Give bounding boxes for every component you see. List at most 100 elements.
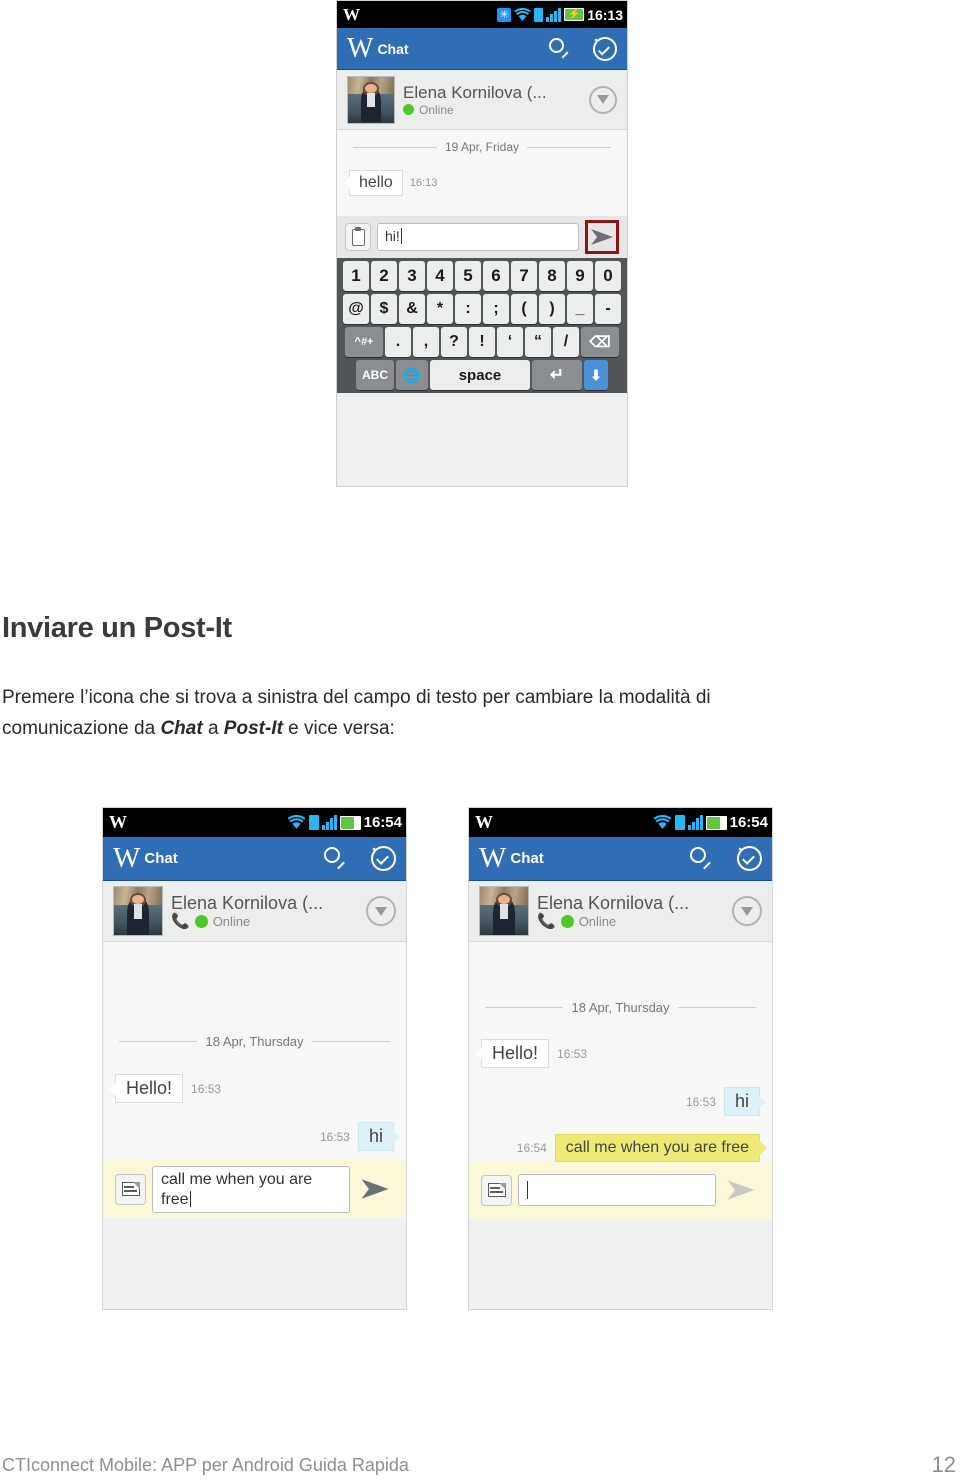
contact-header[interactable]: Elena Kornilova (... Online: [337, 70, 627, 130]
battery-icon: [339, 815, 361, 830]
search-icon[interactable]: [690, 847, 713, 870]
call-icon[interactable]: 📞: [171, 914, 190, 929]
term-postit: Post-It: [223, 718, 283, 739]
key-at[interactable]: @: [343, 294, 369, 324]
message-input[interactable]: hi!: [377, 223, 579, 251]
clipboard-note-icon[interactable]: [345, 223, 371, 251]
check-circle-icon[interactable]: [371, 846, 396, 871]
key-7[interactable]: 7: [511, 261, 537, 291]
contact-header[interactable]: Elena Kornilova (... 📞 Online: [103, 881, 406, 942]
key-colon[interactable]: :: [455, 294, 481, 324]
status-time: 16:13: [587, 6, 623, 23]
send-arrow-icon: [591, 229, 613, 245]
chat-body: 19 Apr, Friday hello 16:13: [337, 130, 627, 216]
key-9[interactable]: 9: [567, 261, 593, 291]
key-ampersand[interactable]: &: [399, 294, 425, 324]
key-exclamation[interactable]: !: [469, 327, 495, 357]
app-bar-title: Chat: [377, 40, 409, 57]
online-status-dot: [194, 915, 208, 928]
body-paragraph-line-2: comunicazione da Chat a Post-It e vice v…: [2, 718, 395, 740]
key-paren-close[interactable]: ): [539, 294, 565, 324]
send-arrow-icon: [727, 1180, 755, 1200]
paragraph-text-b: a: [202, 718, 224, 739]
screenshot-right-phone: W 16:54 W Chat Elena Kornilova (... 📞 On…: [468, 807, 773, 1310]
status-bar: W 16:54: [103, 808, 406, 837]
vibrate-icon: [534, 7, 544, 22]
key-underscore[interactable]: _: [567, 294, 593, 324]
key-0[interactable]: 0: [595, 261, 621, 291]
status-time: 16:54: [363, 814, 402, 831]
composer-bar: call me when you are free: [103, 1160, 406, 1218]
on-screen-keyboard[interactable]: 1 2 3 4 5 6 7 8 9 0 @ $ & * : ; ( ) _ - …: [337, 258, 627, 393]
key-backspace[interactable]: ⌫: [581, 327, 619, 357]
wifi-icon: [287, 815, 306, 829]
message-bubble-incoming: Hello!: [115, 1074, 184, 1103]
message-text: hi: [368, 1126, 383, 1146]
message-input[interactable]: call me when you are free: [152, 1165, 350, 1213]
key-8[interactable]: 8: [539, 261, 565, 291]
composer-bar: [469, 1161, 772, 1219]
search-icon[interactable]: [549, 37, 571, 60]
key-1[interactable]: 1: [343, 261, 369, 291]
chevron-down-icon[interactable]: [366, 896, 396, 926]
key-4[interactable]: 4: [427, 261, 453, 291]
key-comma[interactable]: ,: [413, 327, 439, 357]
send-button[interactable]: [722, 1171, 760, 1209]
battery-charging-icon: ⚡: [564, 8, 585, 21]
key-question[interactable]: ?: [441, 327, 467, 357]
avatar: [113, 886, 163, 936]
postit-note-icon[interactable]: [481, 1174, 512, 1206]
message-row: 16:53 hi: [103, 1122, 406, 1151]
message-text: Hello!: [492, 1043, 539, 1063]
key-asterisk[interactable]: *: [427, 294, 453, 324]
call-icon[interactable]: 📞: [537, 914, 556, 929]
message-bubble-incoming: hello: [349, 170, 403, 196]
message-bubble-incoming: Hello!: [481, 1039, 550, 1068]
key-semicolon[interactable]: ;: [483, 294, 509, 324]
key-slash[interactable]: /: [553, 327, 579, 357]
key-hyphen[interactable]: -: [595, 294, 621, 324]
keyboard-row-4: ABC 🌐 space ↵ ⬇: [339, 360, 625, 390]
message-text: hi: [734, 1091, 749, 1111]
send-button[interactable]: [356, 1170, 394, 1208]
contact-name: Elena Kornilova (...: [403, 82, 547, 102]
key-3[interactable]: 3: [399, 261, 425, 291]
key-enter[interactable]: ↵: [532, 360, 582, 390]
online-status-dot: [403, 104, 414, 115]
message-input[interactable]: [518, 1174, 716, 1206]
send-arrow-icon: [361, 1179, 389, 1199]
app-logo: W: [347, 32, 373, 64]
date-separator: 18 Apr, Thursday: [103, 1034, 406, 1049]
key-6[interactable]: 6: [483, 261, 509, 291]
carrier-logo: W: [343, 4, 360, 24]
key-period[interactable]: .: [385, 327, 411, 357]
check-circle-icon[interactable]: [593, 36, 617, 61]
chevron-down-icon[interactable]: [589, 85, 617, 114]
key-quote-single[interactable]: ‘: [497, 327, 523, 357]
page-number: 12: [931, 1452, 956, 1477]
check-circle-icon[interactable]: [737, 846, 762, 871]
key-2[interactable]: 2: [371, 261, 397, 291]
chevron-down-icon[interactable]: [732, 896, 762, 926]
key-hide-keyboard[interactable]: ⬇: [584, 360, 608, 390]
key-symbols[interactable]: ^#+: [345, 327, 383, 357]
chat-body: 18 Apr, Thursday Hello! 16:53 16:53 hi: [103, 942, 406, 1160]
message-text: hello: [359, 174, 393, 191]
composer-bar: hi!: [337, 216, 627, 258]
contact-header[interactable]: Elena Kornilova (... 📞 Online: [469, 881, 772, 942]
footer-text: CTIconnect Mobile: APP per Android Guida…: [2, 1455, 409, 1475]
postit-note-icon[interactable]: [115, 1173, 146, 1205]
message-text: call me when you are free: [565, 1139, 749, 1156]
search-icon[interactable]: [324, 847, 347, 870]
text-caret: [400, 228, 402, 244]
key-paren-open[interactable]: (: [511, 294, 537, 324]
key-quote-double[interactable]: “: [525, 327, 551, 357]
key-space[interactable]: space: [430, 360, 530, 390]
key-language-globe[interactable]: 🌐: [396, 360, 428, 390]
message-time: 16:53: [557, 1046, 588, 1061]
key-5[interactable]: 5: [455, 261, 481, 291]
send-button[interactable]: [585, 220, 619, 254]
key-abc[interactable]: ABC: [356, 360, 394, 390]
key-dollar[interactable]: $: [371, 294, 397, 324]
app-bar: W Chat: [469, 837, 772, 881]
